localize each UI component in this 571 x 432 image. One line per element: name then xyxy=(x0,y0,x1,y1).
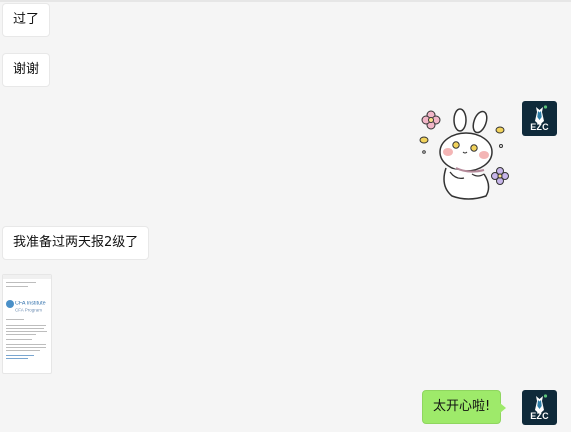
cfa-logo-icon xyxy=(6,300,14,308)
top-divider xyxy=(0,0,571,2)
thumbnail-line xyxy=(6,334,36,335)
thumbnail-line xyxy=(6,347,46,348)
thumbnail-line xyxy=(6,344,46,345)
thumbnail-line xyxy=(6,325,46,326)
thumbnail-line xyxy=(6,286,28,287)
thumbnail-link-line xyxy=(6,358,28,359)
avatar-label: EZC xyxy=(530,411,549,421)
avatar-label: EZC xyxy=(530,122,549,132)
sticker-bunny[interactable] xyxy=(416,106,512,202)
message-bubble-left[interactable]: 我准备过两天报2级了 xyxy=(2,226,150,260)
thumbnail-header xyxy=(3,275,51,279)
thumbnail-line xyxy=(6,339,32,340)
message-bubble-left[interactable]: 过了 xyxy=(2,3,51,37)
message-bubble-left[interactable]: 谢谢 xyxy=(2,53,51,87)
image-message-thumbnail[interactable]: CFA Institute CFA Program xyxy=(2,274,52,374)
thumbnail-line xyxy=(6,350,40,351)
thumbnail-line xyxy=(6,331,47,332)
thumbnail-line xyxy=(6,319,24,320)
thumbnail-line xyxy=(6,282,36,283)
avatar[interactable]: EZC xyxy=(522,390,557,425)
message-bubble-right[interactable]: 太开心啦! xyxy=(422,390,507,424)
thumbnail-link-line xyxy=(6,355,34,356)
bunny-sticker-icon xyxy=(419,108,509,200)
avatar[interactable]: EZC xyxy=(522,101,557,136)
thumbnail-brand: CFA Institute xyxy=(15,301,46,307)
thumbnail-line xyxy=(6,328,44,329)
chat-window: 过了 谢谢 EZC 我准备过两天报2级了 CFA Institute CFA P… xyxy=(0,0,571,432)
thumbnail-subtitle: CFA Program xyxy=(15,308,43,314)
